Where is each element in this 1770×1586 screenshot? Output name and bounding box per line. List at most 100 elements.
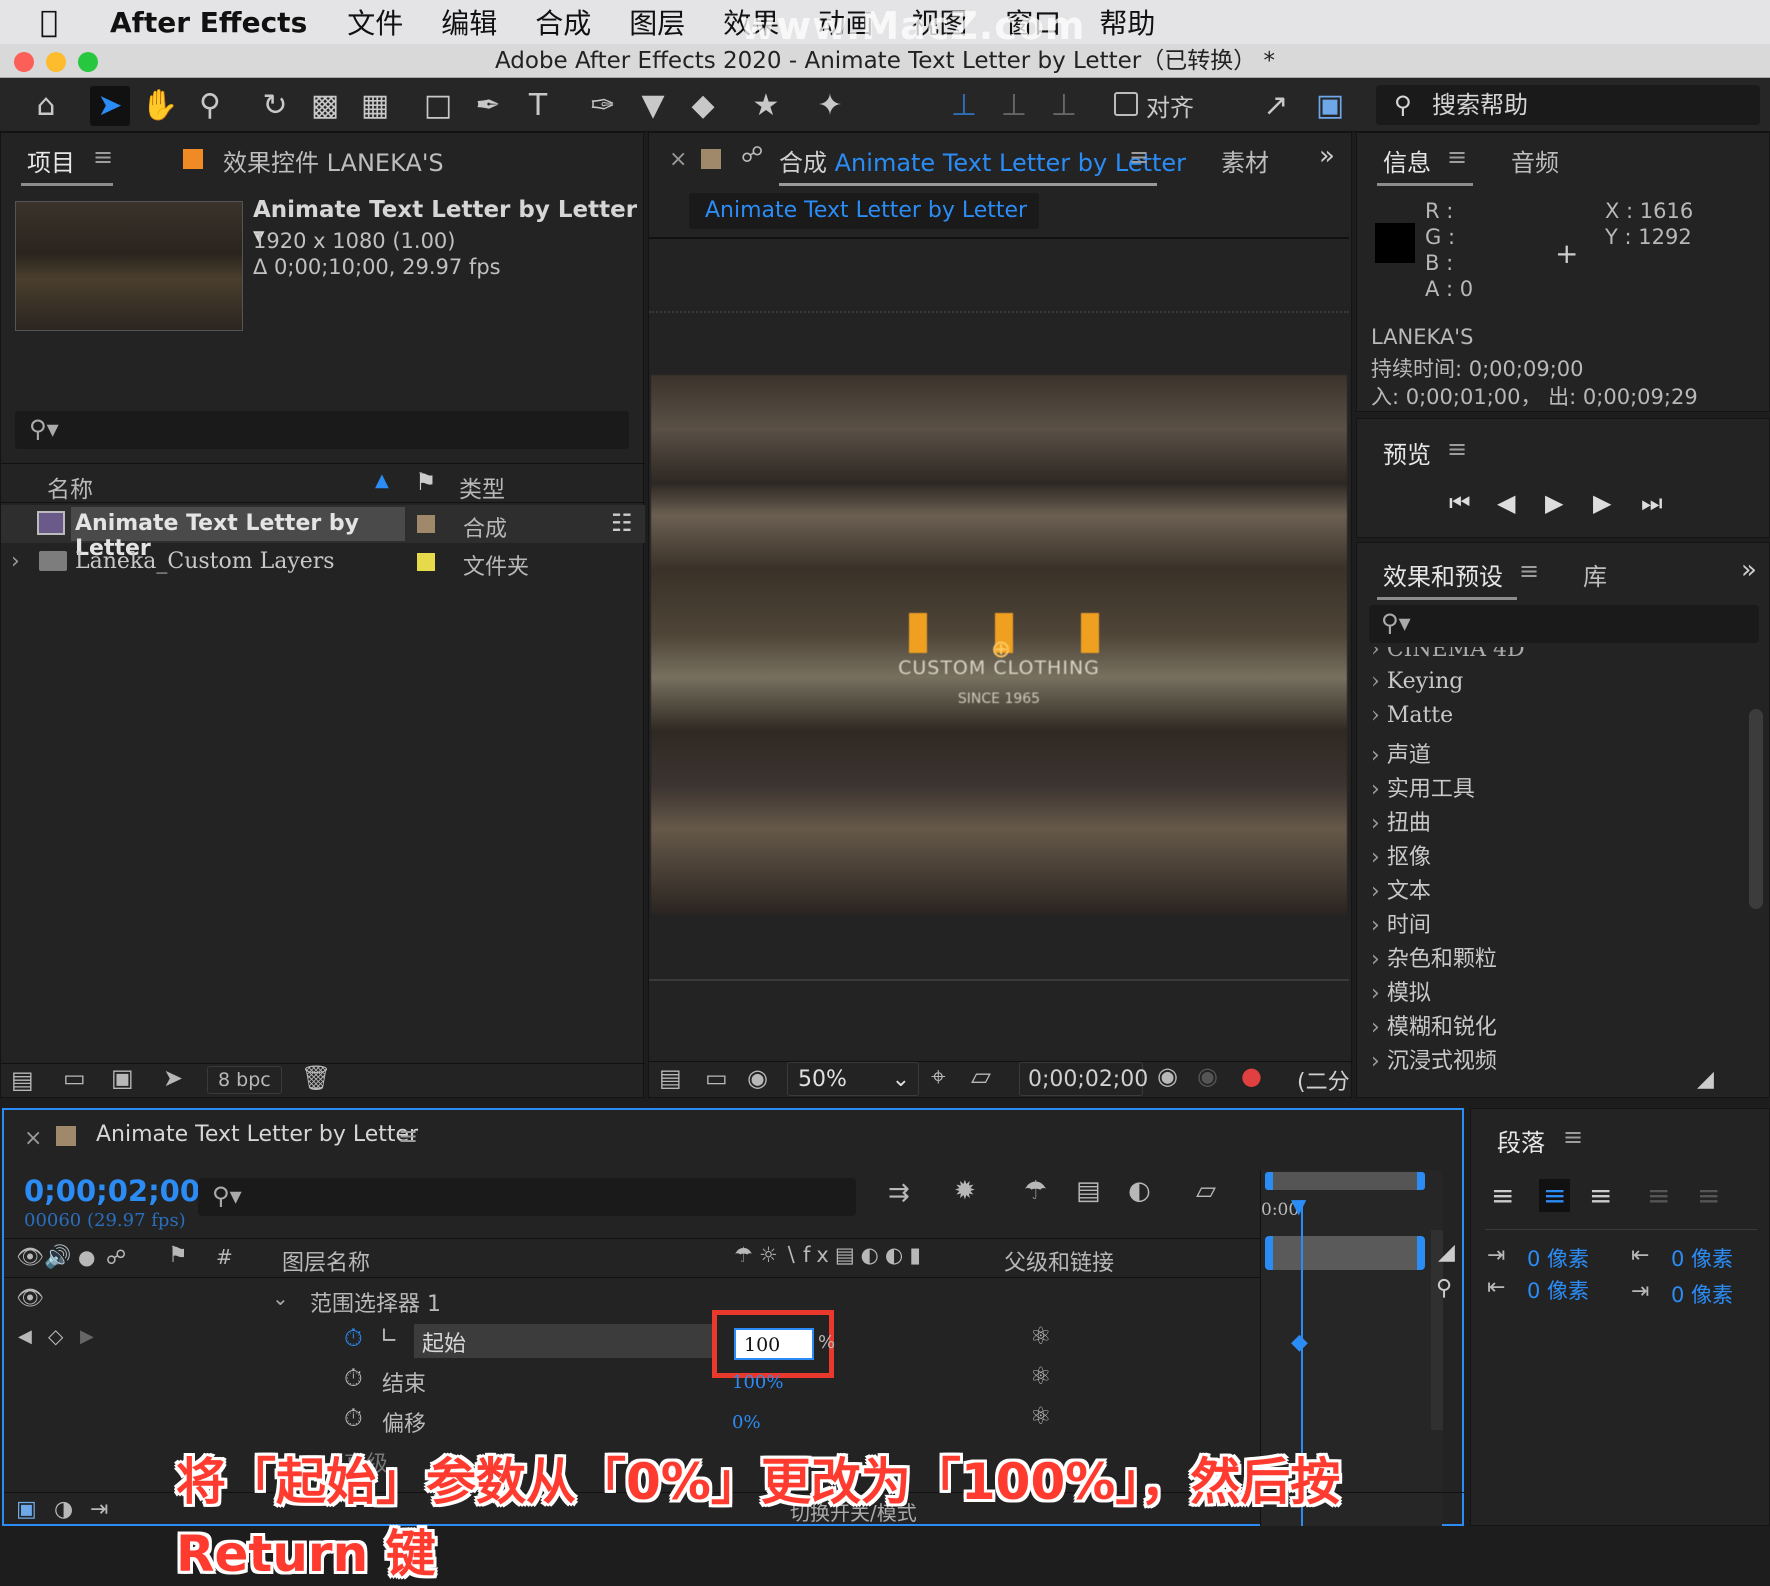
- next-frame-icon[interactable]: ▶: [1593, 489, 1611, 517]
- hand-tool-icon[interactable]: ✋: [140, 86, 180, 126]
- in-out-icon[interactable]: ⇥: [90, 1497, 108, 1522]
- paragraph-menu-icon[interactable]: ≡: [1563, 1123, 1583, 1151]
- new-composition-icon[interactable]: ▣: [111, 1064, 134, 1092]
- effect-category[interactable]: › 杂色和颗粒: [1371, 941, 1497, 973]
- sort-ascending-icon[interactable]: ▲: [375, 470, 389, 491]
- indent-first-line-value[interactable]: 0 像素: [1527, 1275, 1589, 1305]
- frame-blending-icon[interactable]: ▤: [1076, 1176, 1101, 1206]
- previous-keyframe-icon[interactable]: ◀: [18, 1326, 32, 1347]
- stopwatch-icon[interactable]: ⏱: [344, 1404, 363, 1432]
- justify-center-icon[interactable]: ≡: [1697, 1179, 1720, 1212]
- pickwhip-icon[interactable]: ⚛: [1030, 1362, 1052, 1390]
- eye-icon[interactable]: 👁: [16, 1245, 44, 1270]
- render-queue-icon[interactable]: ➤: [163, 1064, 183, 1092]
- tab-audio[interactable]: 音频: [1511, 143, 1559, 178]
- zoom-window-button[interactable]: [78, 52, 98, 72]
- graph-editor-icon[interactable]: ▱: [1196, 1176, 1216, 1206]
- offset-value[interactable]: 0%: [732, 1412, 761, 1433]
- project-row[interactable]: Animate Text Letter by Letter 合成 ☷: [1, 505, 645, 561]
- col-name[interactable]: 名称: [47, 470, 93, 504]
- previous-frame-icon[interactable]: ◀: [1497, 489, 1515, 517]
- indent-left-value[interactable]: 0 像素: [1527, 1243, 1589, 1273]
- playhead-icon[interactable]: ▼: [1291, 1194, 1306, 1218]
- property-row-start[interactable]: ◀ ◇ ▶ ⏱ ∟ 起始 100 % ⚛: [4, 1310, 1260, 1378]
- chevron-right-icon[interactable]: ›: [11, 549, 20, 574]
- menu-composition[interactable]: 合成: [535, 2, 591, 42]
- start-value-input[interactable]: 100: [734, 1328, 814, 1360]
- always-preview-icon[interactable]: ▤: [659, 1064, 682, 1092]
- selection-tool-icon[interactable]: ➤: [90, 86, 130, 126]
- col-type[interactable]: 类型: [459, 470, 505, 504]
- fit-icon[interactable]: ⌖: [931, 1062, 946, 1093]
- effect-category[interactable]: › 沉浸式视频: [1371, 1043, 1497, 1075]
- stopwatch-icon[interactable]: ⏱: [344, 1324, 363, 1352]
- keyframe-diamond-icon[interactable]: ◆: [1291, 1330, 1308, 1355]
- tab-project[interactable]: 项目: [27, 143, 75, 178]
- tab-preview[interactable]: 预览: [1383, 435, 1431, 470]
- effect-category[interactable]: › Keying: [1371, 669, 1463, 694]
- region-of-interest-icon[interactable]: ▱: [971, 1062, 991, 1092]
- tab-effect-controls[interactable]: 效果控件 LANEKA'S: [223, 143, 444, 178]
- graph-icon[interactable]: ∟: [380, 1324, 398, 1349]
- snap-icon[interactable]: ↗: [1256, 86, 1296, 126]
- space-after-value[interactable]: 0 像素: [1671, 1279, 1733, 1309]
- flowchart-icon[interactable]: ☷: [611, 509, 633, 537]
- bit-depth-button[interactable]: 8 bpc: [207, 1066, 282, 1094]
- axis-view-icon[interactable]: ⊥: [1044, 86, 1084, 126]
- new-folder-icon[interactable]: ▭: [63, 1064, 86, 1092]
- channel-icon[interactable]: ●: [1241, 1062, 1262, 1090]
- align-center-icon[interactable]: ≡: [1539, 1179, 1571, 1212]
- property-row-offset[interactable]: ⏱ 偏移 0% ⚛: [4, 1400, 1260, 1440]
- minimize-window-button[interactable]: [46, 52, 66, 72]
- label-swatch[interactable]: [417, 515, 435, 533]
- label-swatch[interactable]: [417, 553, 435, 571]
- add-keyframe-icon[interactable]: ◇: [48, 1324, 63, 1348]
- puppet-tool-icon[interactable]: ✦: [810, 86, 850, 126]
- space-before-value[interactable]: 0 像素: [1671, 1243, 1733, 1273]
- roto-brush-tool-icon[interactable]: ★: [746, 86, 786, 126]
- effect-category[interactable]: › 模拟: [1371, 975, 1431, 1007]
- effect-category[interactable]: › 实用工具: [1371, 771, 1475, 803]
- eraser-tool-icon[interactable]: ◆: [683, 86, 723, 126]
- pan-behind-tool-icon[interactable]: ▦: [355, 86, 395, 126]
- clone-stamp-tool-icon[interactable]: ▼: [633, 86, 673, 126]
- monitor-icon[interactable]: ▭: [705, 1064, 728, 1092]
- play-icon[interactable]: ▶: [1545, 489, 1563, 517]
- effects-search-input[interactable]: ⚲▾: [1369, 605, 1759, 643]
- comp-menu-icon[interactable]: ≡: [1129, 143, 1149, 171]
- effect-category[interactable]: › 扭曲: [1371, 805, 1431, 837]
- lock-icon[interactable]: ☍: [106, 1245, 126, 1269]
- rotate-tool-icon[interactable]: ↻: [255, 86, 295, 126]
- brush-tool-icon[interactable]: ✑: [583, 86, 623, 126]
- effect-category[interactable]: › 声道: [1371, 737, 1431, 769]
- first-frame-icon[interactable]: ⏮: [1449, 489, 1471, 517]
- align-right-icon[interactable]: ≡: [1589, 1179, 1612, 1212]
- tab-timeline[interactable]: Animate Text Letter by Letter: [96, 1122, 418, 1147]
- label-tag-icon[interactable]: ⚑: [168, 1243, 188, 1268]
- current-time-field[interactable]: 0;00;02;00: [1019, 1062, 1148, 1096]
- effect-category[interactable]: › Matte: [1371, 703, 1453, 728]
- col-layer-name[interactable]: 图层名称: [282, 1245, 370, 1277]
- menu-edit[interactable]: 编辑: [441, 2, 497, 42]
- composition-mini-flowchart-icon[interactable]: ⇉: [888, 1178, 910, 1208]
- align-checkbox[interactable]: [1114, 92, 1138, 116]
- resolution-select[interactable]: (二分: [1297, 1064, 1350, 1096]
- preview-menu-icon[interactable]: ≡: [1447, 435, 1467, 463]
- project-search-input[interactable]: ⚲▾: [15, 411, 629, 449]
- workspace-icon[interactable]: ▣: [1310, 86, 1350, 126]
- more-panels-icon[interactable]: »: [1319, 141, 1335, 171]
- comp-breadcrumb-tab[interactable]: Animate Text Letter by Letter: [689, 193, 1039, 229]
- layer-switches-icon[interactable]: ▣: [16, 1497, 37, 1522]
- hide-shy-layers-icon[interactable]: ☂: [1024, 1176, 1047, 1206]
- timeline-current-time[interactable]: 0;00;02;00: [24, 1174, 200, 1208]
- comp-viewer-canvas[interactable]: ⊕ CUSTOM CLOTHING SINCE 1965: [651, 375, 1347, 915]
- text-handle[interactable]: [1081, 613, 1099, 653]
- new-bin-icon[interactable]: ◢: [1697, 1067, 1714, 1092]
- audio-icon[interactable]: 🔊: [44, 1245, 71, 1270]
- mask-visibility-icon[interactable]: ◉: [747, 1064, 768, 1092]
- show-snapshot-icon[interactable]: ◉: [1197, 1062, 1218, 1090]
- chevron-down-icon[interactable]: ⌄: [272, 1286, 289, 1310]
- comp-button-icon[interactable]: ⚲: [1436, 1276, 1452, 1301]
- tab-composition[interactable]: 合成 Animate Text Letter by Letter: [779, 143, 1186, 178]
- search-help-input[interactable]: ⚲ 搜索帮助: [1376, 85, 1760, 125]
